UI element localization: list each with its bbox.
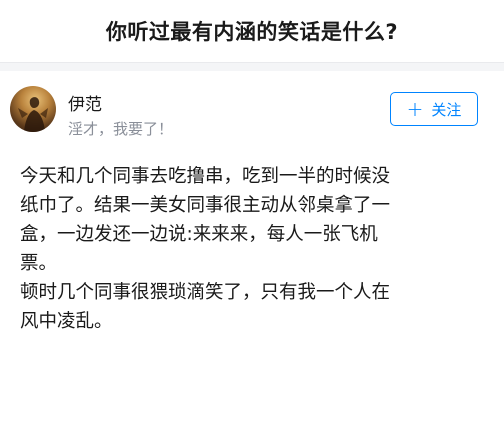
- question-header: 你听过最有内涵的笑话是什么?: [0, 0, 504, 62]
- plus-icon: +: [406, 97, 424, 121]
- author-name[interactable]: 伊范: [68, 90, 102, 115]
- author-bio: 淫才，我要了！: [68, 120, 174, 138]
- author-row: 伊范 淫才，我要了！ + 关注: [0, 70, 504, 150]
- avatar[interactable]: [10, 86, 56, 132]
- answer-line: 票。: [20, 253, 58, 274]
- answer-line: 今天和几个同事去吃撸串，吃到一半的时候没: [20, 166, 391, 187]
- follow-button-label: 关注: [431, 100, 462, 119]
- question-title[interactable]: 你听过最有内涵的笑话是什么?: [106, 16, 398, 46]
- answer-line: 顿时几个同事很猥琐滴笑了，只有我一个人在: [20, 282, 391, 303]
- answer-content: 今天和几个同事去吃撸串，吃到一半的时候没 纸巾了。结果一美女同事很主动从邻桌拿了…: [20, 162, 496, 336]
- answer-line: 盒，一边发还一边说:来来来，每人一张飞机: [20, 224, 378, 245]
- answer-line: 纸巾了。结果一美女同事很主动从邻桌拿了一: [20, 195, 391, 216]
- avatar-image-icon: [18, 97, 48, 132]
- answer-line: 风中凌乱。: [20, 311, 113, 332]
- follow-button[interactable]: + 关注: [390, 92, 478, 126]
